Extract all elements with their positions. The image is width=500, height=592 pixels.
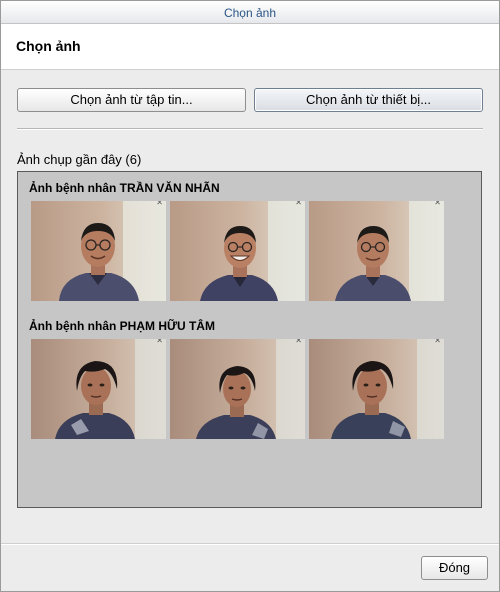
divider bbox=[17, 128, 483, 130]
recent-photos-gallery[interactable]: Ảnh bệnh nhân TRẦN VĂN NHÃN ✕ ✕ ✕ Ảnh bệ… bbox=[17, 171, 482, 508]
page-title: Chọn ảnh bbox=[16, 38, 81, 54]
footer-divider bbox=[1, 543, 499, 545]
patient-photo-thumbnail[interactable]: ✕ bbox=[170, 201, 305, 301]
close-icon[interactable]: ✕ bbox=[156, 339, 163, 345]
photo-group-title: Ảnh bệnh nhân TRẦN VĂN NHÃN bbox=[29, 181, 220, 195]
choose-from-device-button[interactable]: Chọn ảnh từ thiết bị... bbox=[254, 88, 483, 112]
patient-photo-thumbnail[interactable]: ✕ bbox=[170, 339, 305, 439]
close-icon[interactable]: ✕ bbox=[434, 201, 441, 207]
choose-from-file-button[interactable]: Chọn ảnh từ tập tin... bbox=[17, 88, 246, 112]
patient-photo-thumbnail[interactable]: ✕ bbox=[309, 201, 444, 301]
photo-group-title: Ảnh bệnh nhân PHẠM HỮU TÂM bbox=[29, 319, 215, 333]
patient-photo-thumbnail[interactable]: ✕ bbox=[31, 339, 166, 439]
close-icon[interactable]: ✕ bbox=[434, 339, 441, 345]
window-titlebar: Chọn ảnh bbox=[1, 1, 499, 24]
close-icon[interactable]: ✕ bbox=[295, 339, 302, 345]
dialog-window: Chọn ảnh Chọn ảnh Chọn ảnh từ tập tin...… bbox=[0, 0, 500, 592]
dialog-header: Chọn ảnh bbox=[1, 24, 499, 70]
close-icon[interactable]: ✕ bbox=[156, 201, 163, 207]
close-icon[interactable]: ✕ bbox=[295, 201, 302, 207]
recent-photos-label: Ảnh chụp gần đây (6) bbox=[17, 152, 142, 167]
patient-photo-thumbnail[interactable]: ✕ bbox=[31, 201, 166, 301]
patient-photo-thumbnail[interactable]: ✕ bbox=[309, 339, 444, 439]
close-button[interactable]: Đóng bbox=[421, 556, 488, 580]
